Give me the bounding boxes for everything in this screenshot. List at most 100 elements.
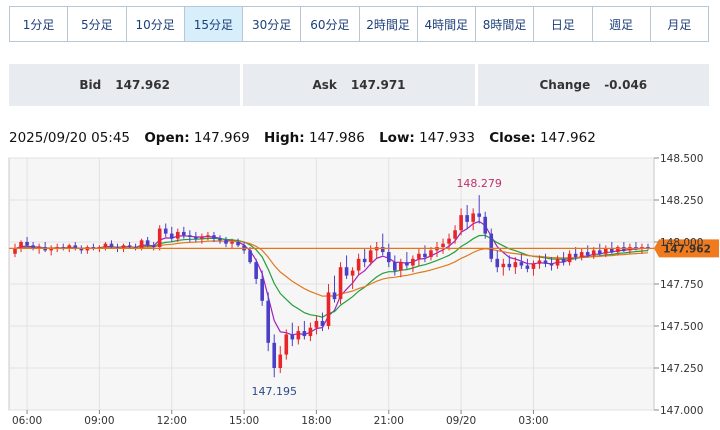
bid-panel: Bid 147.962: [9, 64, 241, 106]
tab-timeframe-5[interactable]: 60分足: [301, 7, 360, 41]
tab-timeframe-2[interactable]: 10分足: [126, 7, 185, 41]
candle-body: [103, 243, 108, 248]
candle-body: [290, 334, 295, 340]
candle-body: [157, 228, 162, 248]
candle-body: [368, 250, 373, 263]
candle-body: [501, 263, 506, 268]
change-panel: Change -0.046: [477, 64, 709, 106]
candle-body: [188, 235, 192, 237]
y-tick-label: 147.000: [660, 405, 703, 417]
quote-panels: Bid 147.962 Ask 147.971 Change -0.046: [9, 64, 709, 106]
candle-body: [296, 331, 301, 340]
tab-timeframe-8[interactable]: 8時間足: [476, 7, 535, 41]
candle-body: [332, 292, 337, 300]
candlestick-chart[interactable]: 148.279147.195147.962 148.500148.250148.…: [0, 148, 720, 430]
candle-body: [145, 240, 150, 246]
candle-body: [25, 242, 29, 246]
candle-body: [597, 250, 602, 254]
candle: [489, 228, 494, 263]
candle-body: [573, 253, 578, 258]
candle-body: [465, 215, 469, 222]
candle-body: [411, 258, 415, 266]
x-tick-label: 15:00: [229, 415, 259, 427]
candle-body: [338, 267, 343, 300]
x-tick-label: 09/20: [446, 415, 476, 427]
x-tick-label: 18:00: [301, 415, 331, 427]
candle-body: [513, 262, 518, 268]
ohlc-datetime: 2025/09/20 05:45: [9, 130, 131, 146]
candle-body: [591, 250, 596, 256]
candle: [266, 292, 271, 352]
candle-body: [19, 242, 23, 249]
candle-body: [483, 216, 488, 234]
candle-body: [429, 250, 433, 258]
candle-body: [386, 252, 391, 263]
candle-body: [151, 245, 156, 248]
bid-label: Bid: [79, 78, 102, 92]
candle-body: [278, 354, 283, 368]
high-value: 147.986: [308, 130, 365, 146]
candle-body: [302, 331, 307, 337]
candle-body: [471, 213, 475, 222]
candle-body: [200, 236, 204, 239]
candle-body: [224, 240, 228, 244]
x-tick-label: 06:00: [12, 415, 42, 427]
tab-timeframe-1[interactable]: 5分足: [68, 7, 127, 41]
tab-timeframe-6[interactable]: 2時間足: [359, 7, 418, 41]
candle-body: [459, 215, 463, 231]
close-label: Close:: [489, 130, 536, 146]
candle-body: [567, 253, 572, 263]
tab-timeframe-9[interactable]: 日足: [534, 7, 593, 41]
candle-body: [236, 242, 240, 246]
tab-timeframe-3[interactable]: 15分足: [184, 7, 243, 41]
candle-body: [181, 231, 186, 236]
candle-body: [272, 342, 277, 368]
bid-value: 147.962: [115, 78, 170, 92]
tab-timeframe-11[interactable]: 月足: [650, 7, 708, 41]
candle-body: [417, 253, 421, 259]
candle-body: [543, 260, 548, 264]
open-label: Open:: [144, 130, 190, 146]
candle-body: [127, 245, 132, 248]
y-tick-label: 148.250: [660, 195, 703, 207]
tab-timeframe-7[interactable]: 4時間足: [417, 7, 476, 41]
candle-body: [525, 265, 530, 269]
x-tick-label: 03:00: [518, 415, 548, 427]
y-tick-label: 147.500: [660, 321, 703, 333]
candle-body: [399, 262, 403, 271]
candle-body: [308, 327, 313, 337]
low-annotation: 147.195: [251, 385, 297, 398]
close-value: 147.962: [539, 130, 596, 146]
candle-body: [519, 262, 524, 266]
candle-body: [405, 262, 409, 266]
candle-body: [254, 262, 258, 279]
tab-timeframe-4[interactable]: 30分足: [243, 7, 302, 41]
tab-timeframe-10[interactable]: 週足: [592, 7, 651, 41]
tab-timeframe-0[interactable]: 1分足: [10, 7, 69, 41]
candle-body: [13, 248, 17, 254]
candle-body: [441, 243, 445, 248]
candle-body: [447, 238, 451, 244]
candle-body: [260, 278, 264, 301]
y-tick-label: 147.750: [660, 279, 703, 291]
candle-body: [555, 258, 560, 266]
y-tick-label: 147.250: [660, 363, 703, 375]
ask-value: 147.971: [350, 78, 406, 92]
ask-panel: Ask 147.971: [243, 64, 475, 106]
candle-body: [423, 253, 427, 258]
timeframe-tabs: 1分足 5分足 10分足 15分足 30分足 60分足 2時間足 4時間足 8時間足 日足 週足 月足: [9, 6, 709, 42]
candle-body: [194, 236, 198, 239]
candle-body: [477, 213, 482, 217]
candle-body: [212, 235, 216, 239]
change-label: Change: [539, 78, 591, 92]
open-value: 147.969: [193, 130, 250, 146]
high-label: High:: [264, 130, 305, 146]
candle-body: [579, 252, 584, 258]
candle-body: [350, 270, 355, 276]
candle-body: [163, 228, 168, 234]
y-tick-label: 148.500: [660, 153, 703, 165]
candle-body: [549, 263, 554, 266]
candle-body: [284, 334, 289, 355]
x-tick-label: 09:00: [84, 415, 114, 427]
candle-body: [603, 248, 608, 254]
